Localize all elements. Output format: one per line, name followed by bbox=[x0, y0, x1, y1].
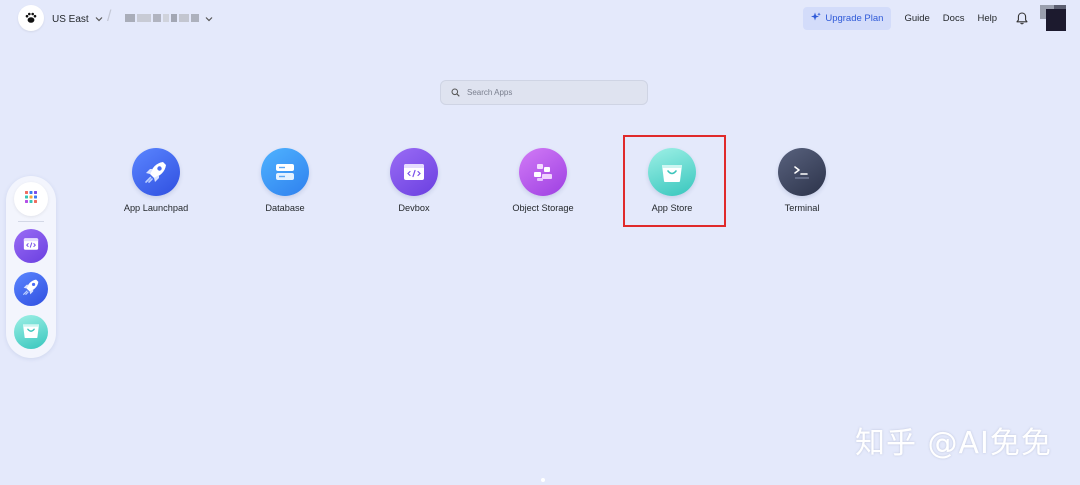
top-bar: US East / Upgrade Plan Guide Docs Help bbox=[0, 0, 1080, 36]
sparkle-icon bbox=[811, 12, 822, 25]
search-input[interactable] bbox=[465, 87, 639, 98]
guide-link[interactable]: Guide bbox=[904, 13, 929, 24]
app-terminal[interactable]: Terminal bbox=[747, 148, 857, 213]
upgrade-plan-button[interactable]: Upgrade Plan bbox=[803, 6, 892, 30]
app-label: App Launchpad bbox=[123, 203, 189, 213]
rocket-icon bbox=[132, 148, 180, 196]
region-label: US East bbox=[52, 13, 89, 25]
app-label: App Store bbox=[651, 203, 693, 213]
app-label: Devbox bbox=[398, 203, 430, 213]
upgrade-plan-label: Upgrade Plan bbox=[825, 12, 884, 24]
app-label: Object Storage bbox=[512, 203, 574, 213]
dock-item-devbox[interactable] bbox=[14, 229, 48, 263]
chevron-down-icon bbox=[205, 9, 213, 27]
page-indicator-dot bbox=[541, 478, 545, 482]
help-link[interactable]: Help bbox=[977, 13, 997, 24]
chevron-down-icon bbox=[95, 14, 103, 25]
terminal-icon bbox=[778, 148, 826, 196]
header-nav: Upgrade Plan Guide Docs Help bbox=[803, 5, 1066, 31]
dock-divider bbox=[18, 221, 44, 222]
user-avatar[interactable] bbox=[1040, 5, 1066, 31]
breadcrumb-separator: / bbox=[107, 8, 112, 25]
code-window-icon bbox=[20, 234, 42, 259]
redacted-workspace-name bbox=[125, 14, 199, 22]
shopping-bag-icon bbox=[648, 148, 696, 196]
bell-icon[interactable] bbox=[1016, 11, 1028, 25]
docs-link[interactable]: Docs bbox=[943, 13, 965, 24]
app-label: Terminal bbox=[784, 203, 820, 213]
app-grid-icon bbox=[24, 190, 38, 209]
search-bar[interactable] bbox=[440, 80, 648, 105]
app-label: Database bbox=[265, 203, 305, 213]
app-devbox[interactable]: Devbox bbox=[359, 148, 469, 213]
dock-item-app-launchpad[interactable] bbox=[14, 272, 48, 306]
search-icon bbox=[451, 84, 460, 102]
app-app-store[interactable]: App Store bbox=[617, 148, 727, 213]
workspace-selector[interactable] bbox=[125, 10, 213, 26]
dock-item-app-grid[interactable] bbox=[14, 182, 48, 216]
storage-blocks-icon bbox=[519, 148, 567, 196]
paw-logo-icon[interactable] bbox=[18, 5, 44, 31]
region-selector[interactable]: US East bbox=[52, 11, 103, 27]
shopping-bag-icon bbox=[19, 318, 43, 347]
code-window-icon bbox=[390, 148, 438, 196]
left-dock bbox=[6, 176, 56, 358]
app-database[interactable]: Database bbox=[230, 148, 340, 213]
app-object-storage[interactable]: Object Storage bbox=[488, 148, 598, 213]
database-icon bbox=[261, 148, 309, 196]
dock-item-app-store[interactable] bbox=[14, 315, 48, 349]
rocket-icon bbox=[20, 276, 42, 303]
watermark: 知乎 @AI免免 bbox=[855, 426, 1052, 461]
app-app-launchpad[interactable]: App Launchpad bbox=[101, 148, 211, 213]
